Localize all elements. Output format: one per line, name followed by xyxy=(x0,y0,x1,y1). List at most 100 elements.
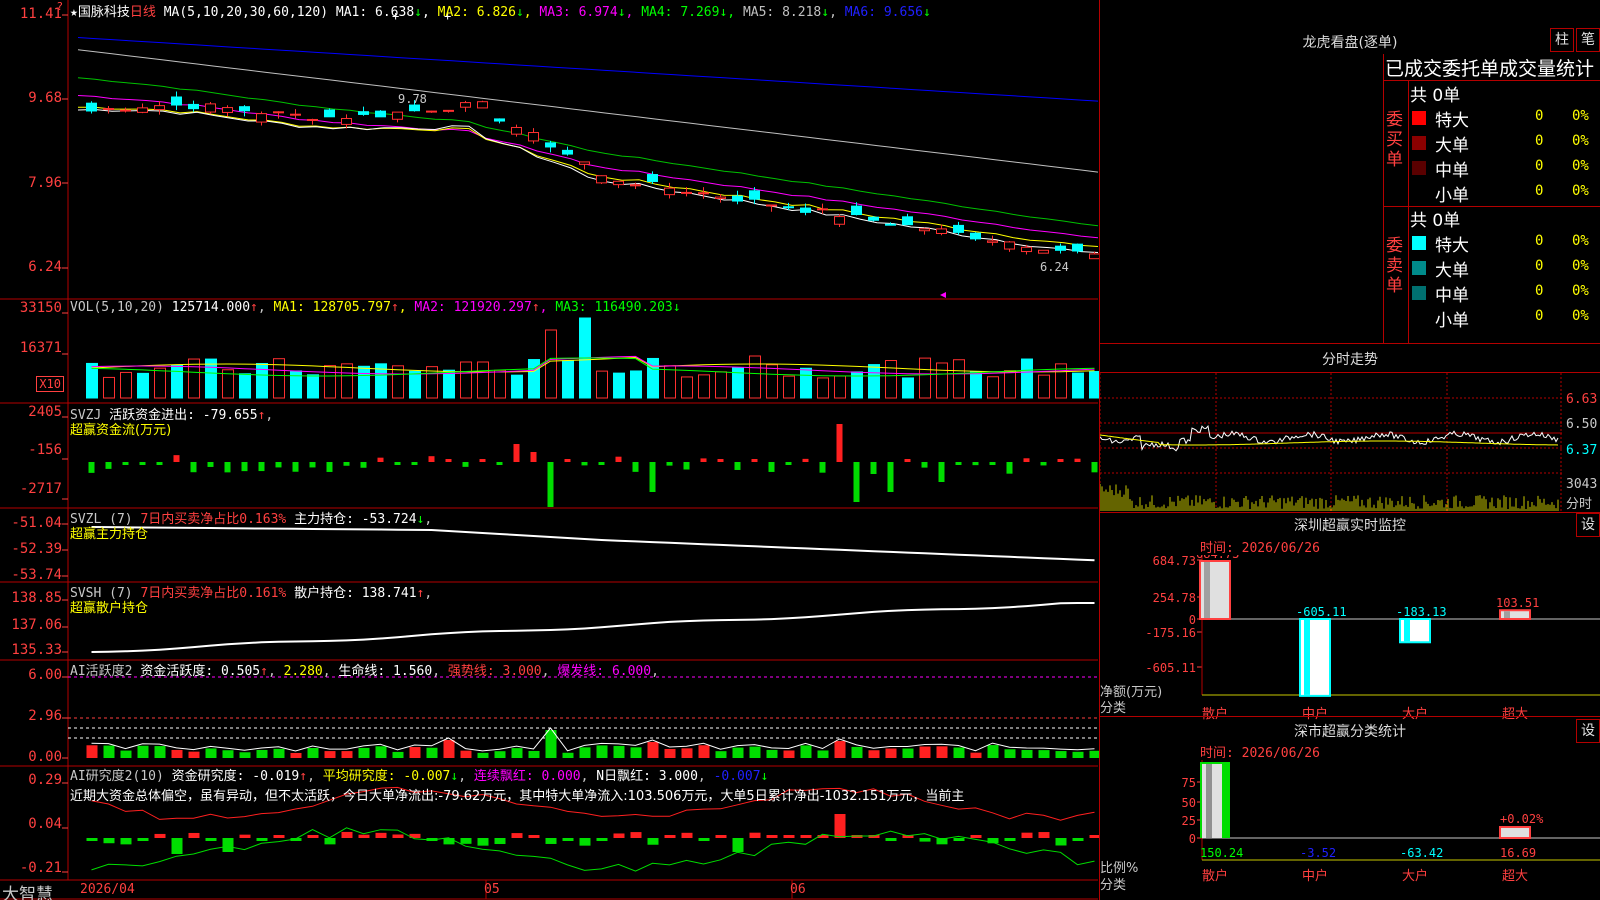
research-bar xyxy=(647,838,659,845)
order-count: 0 xyxy=(1535,233,1544,249)
fund-flow-bar xyxy=(632,462,639,472)
fund-flow-bar xyxy=(972,462,979,466)
fund-flow-bar xyxy=(802,458,809,462)
fund-flow-bar xyxy=(564,459,571,462)
candle-body xyxy=(749,190,760,200)
star-icon[interactable]: ★ xyxy=(70,5,78,20)
volume-bar xyxy=(630,370,642,399)
intraday-price-tick: 6.50 xyxy=(1566,417,1598,432)
classify-category-label: 散户 xyxy=(1202,868,1228,884)
volume-bar xyxy=(987,376,999,399)
activity-bar xyxy=(460,750,472,758)
fund-flow-bar xyxy=(241,462,248,472)
fund-flow-bar xyxy=(377,457,384,462)
activity-bar xyxy=(579,747,591,758)
activity-bar xyxy=(936,746,948,758)
fund-flow-bar xyxy=(360,462,367,468)
activity-bar xyxy=(494,751,506,758)
fund-flow-bar xyxy=(836,424,843,462)
research-bar xyxy=(239,834,251,838)
svzj-tick: 2405 xyxy=(28,404,62,420)
volume-bar xyxy=(953,359,965,399)
candle-body xyxy=(732,195,743,202)
bar-mode-button[interactable]: 柱 xyxy=(1550,28,1574,52)
period-label[interactable]: 日线 xyxy=(130,5,156,20)
activity-bar xyxy=(137,745,149,758)
research-bar xyxy=(630,832,642,838)
research-bar xyxy=(120,838,132,845)
candle-body xyxy=(970,232,981,240)
svsh-tick: 138.85 xyxy=(11,590,62,606)
date-label: 2026/04 xyxy=(80,882,135,897)
fund-flow-bar xyxy=(785,462,792,465)
volume-bar xyxy=(885,360,897,399)
corner-mark[interactable]: ? xyxy=(57,0,63,13)
fund-flow-bar xyxy=(683,462,690,470)
monitor-y-tick: 0 xyxy=(1189,613,1196,627)
order-color-swatch xyxy=(1412,261,1426,275)
activity-bar xyxy=(358,747,370,758)
candle-body xyxy=(715,196,726,200)
candle-body xyxy=(137,107,148,113)
volume-bar xyxy=(1004,370,1016,399)
classify-settings-button[interactable]: 设 xyxy=(1576,719,1600,743)
classify-chart: 75 50 25 0 +0.02% 150.24 散户 -3.52 中户 -63.42 大户 16.6… xyxy=(1182,760,1600,884)
fund-flow-bar xyxy=(139,462,146,465)
candle-body xyxy=(307,118,318,121)
moving-average-line xyxy=(77,77,1099,227)
candle-body xyxy=(1072,243,1083,252)
candle-body xyxy=(1055,245,1066,251)
candle-body xyxy=(273,111,284,114)
monitor-value-label: -605.11 xyxy=(1296,605,1347,619)
activity-bar xyxy=(698,745,710,758)
fund-flow-bar xyxy=(275,462,282,468)
ai-active-indicator-line: AI活跃度2 资金活跃度: 0.505↑, 2.280, 生命线: 1.560,… xyxy=(70,664,659,679)
volume-bar xyxy=(562,360,574,399)
price-axis: 11.41 9.68 7.96 6.24 xyxy=(0,0,66,300)
volume-bar xyxy=(1038,374,1050,399)
candle-body xyxy=(919,228,930,232)
classify-value-label: 16.69 xyxy=(1500,846,1536,860)
classify-category-label: 大户 xyxy=(1402,868,1428,884)
candle-body xyxy=(817,208,828,211)
price-tick: 6.24 xyxy=(28,259,62,275)
candle-body xyxy=(205,103,216,113)
research-bar xyxy=(375,832,387,838)
research-bar xyxy=(341,831,353,838)
high-price-label: 9.78 xyxy=(398,92,427,106)
volume-bar xyxy=(188,358,200,399)
research-bar xyxy=(698,838,710,841)
order-size-label: 小单 xyxy=(1435,311,1469,331)
research-bar xyxy=(579,838,591,846)
order-color-swatch xyxy=(1412,236,1426,250)
research-line xyxy=(91,827,1095,872)
research-bar xyxy=(681,832,693,838)
volume-bar xyxy=(664,365,676,399)
activity-bar xyxy=(664,748,676,758)
activity-bar xyxy=(511,748,523,758)
fund-flow-bar xyxy=(309,462,316,468)
monitor-settings-button[interactable]: 设 xyxy=(1576,513,1600,537)
candle-body xyxy=(1021,246,1032,253)
activity-bar xyxy=(171,749,183,758)
stock-name: 国脉科技 xyxy=(77,5,130,20)
research-bar xyxy=(528,835,540,838)
candle-body xyxy=(341,117,352,125)
research-bar xyxy=(783,835,795,838)
divider xyxy=(1100,716,1600,717)
fund-flow-bar xyxy=(717,459,724,462)
tick-mode-button[interactable]: 笔 xyxy=(1576,28,1600,52)
volume-bar xyxy=(1021,358,1033,399)
activity-bar xyxy=(307,748,319,758)
fund-flow-bar xyxy=(547,462,554,507)
monitor-x-label: 分类 xyxy=(1100,701,1127,716)
research-bar xyxy=(273,835,285,838)
order-size-label: 特大 xyxy=(1435,111,1469,131)
candle-body xyxy=(222,107,233,113)
volume-bar xyxy=(681,376,693,399)
dragon-title: 龙虎看盘(逐单) xyxy=(1302,35,1398,51)
volume-bar xyxy=(698,374,710,399)
volume-bar xyxy=(800,367,812,399)
intraday-chart[interactable] xyxy=(1100,373,1562,513)
classify-top-label: +0.02% xyxy=(1500,812,1544,826)
